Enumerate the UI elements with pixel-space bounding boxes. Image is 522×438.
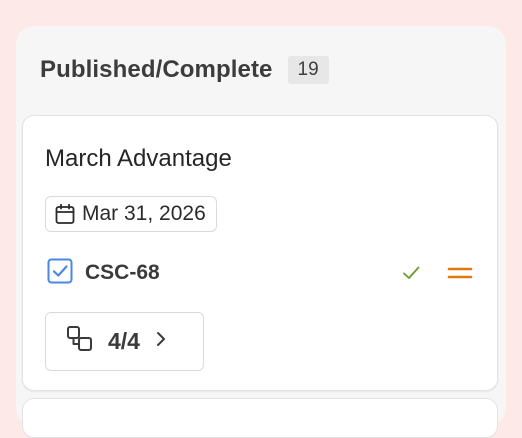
kanban-column: Published/Complete 19 March Advantage Ma… bbox=[16, 26, 506, 438]
subtasks-button[interactable]: 4/4 bbox=[45, 312, 204, 371]
chevron-right-icon bbox=[154, 329, 168, 354]
calendar-icon bbox=[54, 203, 76, 225]
kanban-card[interactable]: March Advantage Mar 31, 2026 CSC-68 4/4 bbox=[22, 115, 498, 391]
subtask-count: 4/4 bbox=[108, 328, 140, 354]
issue-row: CSC-68 bbox=[47, 258, 475, 289]
due-date-text: Mar 31, 2026 bbox=[82, 202, 206, 225]
column-title: Published/Complete bbox=[40, 56, 273, 83]
issue-key-link[interactable]: CSC-68 bbox=[85, 261, 160, 285]
next-card[interactable] bbox=[22, 398, 498, 438]
due-date-chip[interactable]: Mar 31, 2026 bbox=[45, 196, 217, 232]
column-count-badge: 19 bbox=[287, 56, 329, 84]
card-title[interactable]: March Advantage bbox=[45, 145, 232, 173]
check-icon bbox=[401, 263, 421, 283]
checkbox-icon bbox=[47, 258, 73, 289]
column-header: Published/Complete 19 bbox=[40, 56, 329, 84]
subtask-icon bbox=[66, 325, 94, 358]
priority-medium-icon bbox=[447, 263, 473, 283]
